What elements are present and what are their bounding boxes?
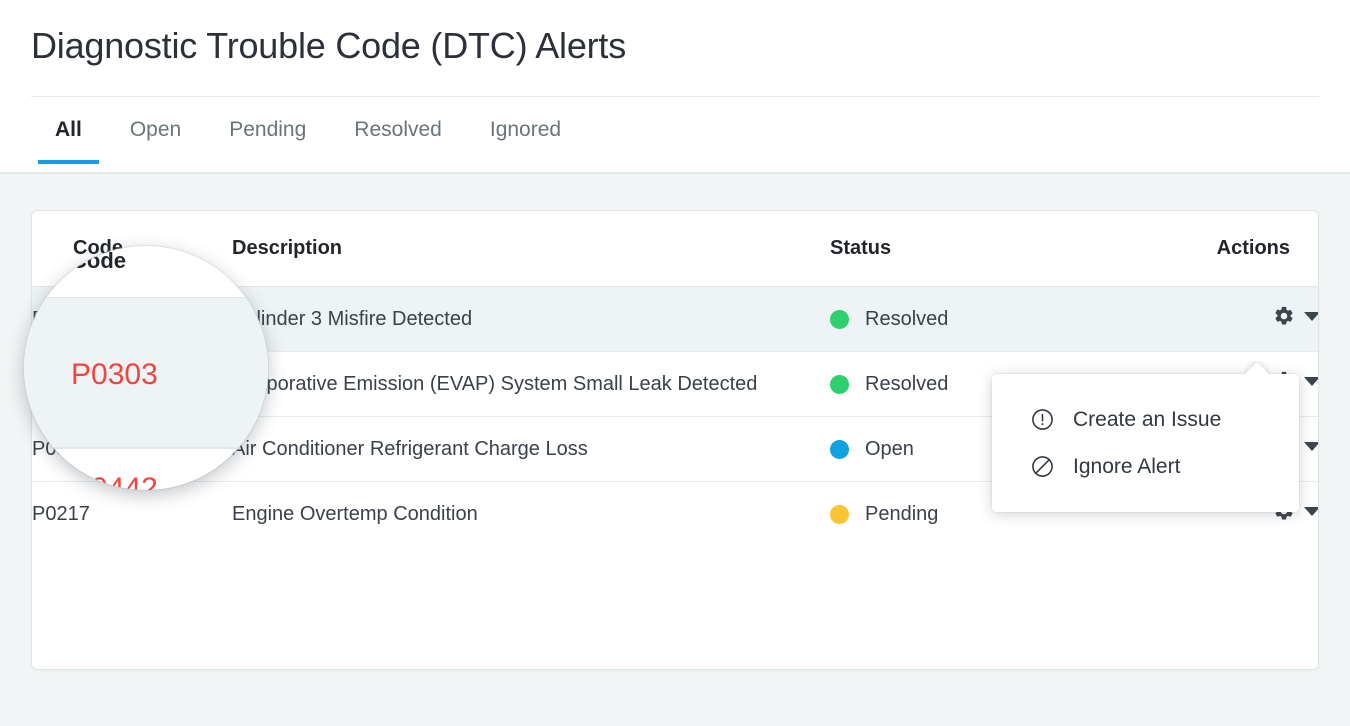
chevron-down-icon — [1304, 442, 1319, 451]
dtc-alerts-page: Diagnostic Trouble Code (DTC) Alerts All… — [0, 0, 1350, 726]
column-header-actions: Actions — [1160, 211, 1319, 287]
column-header-description[interactable]: Description — [232, 211, 830, 287]
tab-all[interactable]: All — [31, 110, 106, 164]
magnified-column-header-code: Code — [71, 248, 126, 274]
magnified-row-separator — [24, 447, 268, 449]
tab-resolved[interactable]: Resolved — [330, 110, 466, 164]
status-dot-icon — [830, 505, 849, 524]
row-actions-dropdown-menu: Create an Issue Ignore Alert — [992, 374, 1299, 512]
status-filter-tabs: All Open Pending Resolved Ignored — [31, 110, 585, 176]
menu-item-label: Create an Issue — [1073, 408, 1221, 432]
magnifier-lens: Code P0303 P0442 — [24, 246, 268, 490]
menu-item-ignore-alert[interactable]: Ignore Alert — [992, 443, 1299, 490]
menu-item-create-an-issue[interactable]: Create an Issue — [992, 396, 1299, 443]
status-label: Resolved — [865, 373, 948, 396]
menu-item-label: Ignore Alert — [1073, 455, 1180, 479]
tab-open[interactable]: Open — [106, 110, 205, 164]
tab-ignored[interactable]: Ignored — [466, 110, 585, 164]
chevron-down-icon — [1304, 312, 1319, 321]
status-label: Open — [865, 438, 914, 461]
status-dot-icon — [830, 310, 849, 329]
chevron-down-icon — [1304, 507, 1319, 516]
cell-status: Resolved — [830, 287, 1160, 352]
row-actions-button[interactable] — [1273, 305, 1319, 327]
tab-pending[interactable]: Pending — [205, 110, 330, 164]
gear-icon — [1273, 305, 1295, 327]
cell-description: Cylinder 3 Misfire Detected — [232, 287, 830, 352]
magnified-code-p0442: P0442 — [71, 472, 158, 490]
cell-description: Engine Overtemp Condition — [232, 482, 830, 547]
status-label: Resolved — [865, 308, 948, 331]
status-dot-icon — [830, 440, 849, 459]
column-header-status[interactable]: Status — [830, 211, 1160, 287]
cell-description: Air Conditioner Refrigerant Charge Loss — [232, 417, 830, 482]
header-divider — [31, 96, 1319, 97]
status-label: Pending — [865, 503, 938, 526]
status-dot-icon — [830, 375, 849, 394]
magnified-code-p0303: P0303 — [71, 358, 158, 392]
cell-code[interactable]: P0217 — [32, 482, 232, 547]
page-title: Diagnostic Trouble Code (DTC) Alerts — [31, 25, 626, 67]
cell-description: Evaporative Emission (EVAP) System Small… — [232, 352, 830, 417]
exclamation-circle-icon — [1030, 407, 1055, 432]
cell-actions — [1160, 287, 1319, 352]
dropdown-arrow — [1244, 361, 1270, 374]
magnifier-lens-content: Code P0303 P0442 — [24, 246, 268, 490]
chevron-down-icon — [1304, 377, 1319, 386]
ban-icon — [1030, 454, 1055, 479]
page-header: Diagnostic Trouble Code (DTC) Alerts All… — [0, 0, 1350, 176]
